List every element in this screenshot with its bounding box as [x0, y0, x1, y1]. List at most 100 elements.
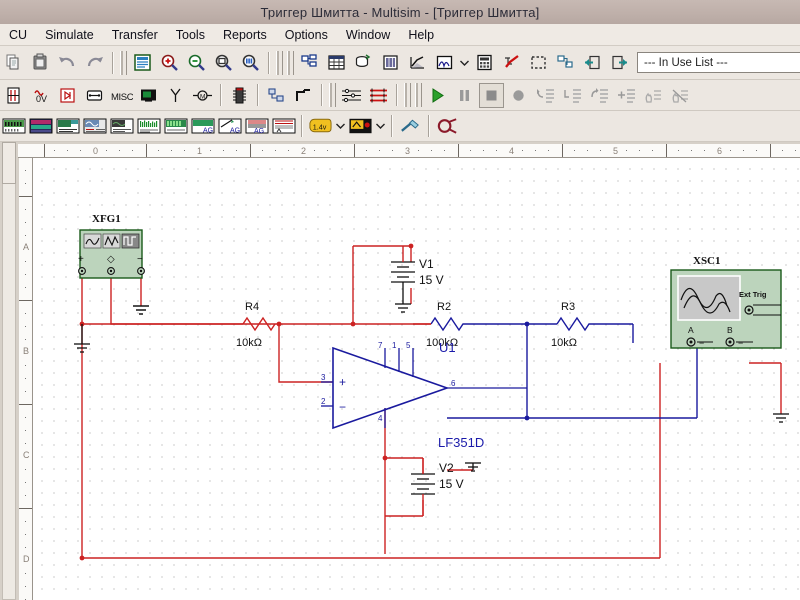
- wattmeter-icon[interactable]: [55, 114, 80, 139]
- rf-icon[interactable]: [163, 83, 188, 108]
- capture-area-icon[interactable]: [526, 50, 551, 75]
- agilent-function-generator-icon[interactable]: 1.4v: [308, 114, 333, 139]
- analysis-dropdown-arrow-icon[interactable]: [458, 50, 471, 75]
- measurement-probe-icon[interactable]: [398, 114, 423, 139]
- forward-annotate-icon[interactable]: [580, 50, 605, 75]
- menu-mcu[interactable]: CU: [0, 26, 36, 44]
- chevron-down-icon[interactable]: [334, 114, 347, 139]
- component-v1: V1 15 V: [391, 246, 444, 313]
- multimeter-icon[interactable]: [1, 114, 26, 139]
- pause-icon[interactable]: [452, 83, 477, 108]
- analysis-icon[interactable]: [432, 50, 457, 75]
- toggle-breakpoint-icon[interactable]: [641, 83, 666, 108]
- bode-plotter-icon[interactable]: [136, 114, 161, 139]
- transistors-icon[interactable]: [82, 83, 107, 108]
- menu-simulate[interactable]: Simulate: [36, 26, 103, 44]
- export-icon[interactable]: [607, 50, 632, 75]
- vertical-scrollbar-thumb[interactable]: [2, 142, 16, 184]
- label-xfg1: XFG1: [92, 213, 121, 225]
- opamp-pin-1: 1: [392, 341, 397, 350]
- zoom-in-icon[interactable]: [157, 50, 182, 75]
- menu-reports[interactable]: Reports: [214, 26, 276, 44]
- zoom-fit-icon[interactable]: [238, 50, 263, 75]
- toolbar-separator: [257, 84, 259, 106]
- bus-icon[interactable]: [291, 83, 316, 108]
- redo-icon[interactable]: [82, 50, 107, 75]
- stop-icon[interactable]: [479, 82, 504, 108]
- svg-text:AG: AG: [254, 128, 264, 135]
- in-use-list-icon[interactable]: [378, 50, 403, 75]
- step-out-icon[interactable]: [587, 83, 612, 108]
- label-v2-ref: V2: [439, 461, 454, 475]
- postprocessor-icon[interactable]: [472, 50, 497, 75]
- xfg1-terminal-plus: +: [78, 254, 84, 265]
- menu-options[interactable]: Options: [276, 26, 337, 44]
- power-rails-icon[interactable]: [366, 83, 391, 108]
- opamp-plus-label: +: [339, 375, 346, 389]
- window-title: Триггер Шмитта - Multisim - [Триггер Шми…: [260, 4, 540, 20]
- misc-icon[interactable]: MISC: [109, 83, 134, 108]
- toolbar-grip[interactable]: [329, 83, 336, 107]
- agilent-multimeter-icon[interactable]: [348, 114, 373, 139]
- frequency-counter-icon[interactable]: [163, 114, 188, 139]
- iv-analyzer-icon[interactable]: [271, 114, 296, 139]
- zoom-out-icon[interactable]: [184, 50, 209, 75]
- erc-icon[interactable]: [499, 50, 524, 75]
- step-over-icon[interactable]: [560, 83, 585, 108]
- four-channel-oscilloscope-icon[interactable]: [109, 114, 134, 139]
- menu-window[interactable]: Window: [337, 26, 399, 44]
- word-generator-icon[interactable]: AG: [190, 114, 215, 139]
- database-icon[interactable]: [351, 50, 376, 75]
- remove-breakpoints-icon[interactable]: [668, 83, 693, 108]
- in-use-list-value: --- In Use List ---: [644, 56, 728, 69]
- copy-icon[interactable]: [1, 50, 26, 75]
- zoom-area-icon[interactable]: [211, 50, 236, 75]
- in-use-list-combo[interactable]: --- In Use List ---: [637, 52, 800, 73]
- opamp-pin-2: 2: [321, 397, 326, 406]
- menu-help[interactable]: Help: [399, 26, 443, 44]
- toolbar-separator: [321, 84, 323, 106]
- step-into-icon[interactable]: [533, 83, 558, 108]
- hierarchical-block-icon[interactable]: [264, 83, 289, 108]
- advanced-peripherals-icon[interactable]: [136, 83, 161, 108]
- horizontal-ruler: 0 1 2 3 4 5 6: [18, 144, 800, 158]
- mcu-icon[interactable]: [227, 83, 252, 108]
- virtual-components-icon[interactable]: [339, 83, 364, 108]
- toolbar-grip[interactable]: [415, 83, 422, 107]
- toolbar-grip[interactable]: [120, 50, 127, 75]
- basic-icon[interactable]: 0V: [28, 83, 53, 108]
- full-screen-icon[interactable]: [130, 50, 155, 75]
- run-icon[interactable]: [425, 83, 450, 108]
- chevron-down-icon[interactable]: [374, 114, 387, 139]
- oscilloscope-icon[interactable]: [82, 114, 107, 139]
- graphs-icon[interactable]: [405, 50, 430, 75]
- menu-tools[interactable]: Tools: [167, 26, 214, 44]
- toolbar-grip[interactable]: [404, 83, 411, 107]
- label-r4-ref: R4: [245, 301, 259, 313]
- svg-text:MISC: MISC: [111, 92, 133, 103]
- record-icon[interactable]: [506, 83, 531, 108]
- workspace: 0 1 2 3 4 5 6 A B C D + ◇ − XFG1 R4 10kΩ…: [0, 142, 800, 600]
- design-toolbox-icon[interactable]: [297, 50, 322, 75]
- menu-transfer[interactable]: Transfer: [103, 26, 167, 44]
- electromechanical-icon[interactable]: M: [190, 83, 215, 108]
- schematic-canvas[interactable]: + ◇ − XFG1 R4 10kΩ V1 15 V R2 100kΩ R3 1…: [33, 158, 800, 600]
- undo-icon[interactable]: [55, 50, 80, 75]
- run-to-cursor-icon[interactable]: [614, 83, 639, 108]
- spreadsheet-view-icon[interactable]: [324, 50, 349, 75]
- vertical-scrollbar[interactable]: [2, 142, 16, 600]
- instruments-toolbar: AG AG AG 1.4v: [0, 111, 800, 142]
- junction-dots-red: [79, 243, 414, 561]
- toolbar-grip[interactable]: [276, 50, 283, 75]
- back-annotate-icon[interactable]: [553, 50, 578, 75]
- logic-analyzer-icon[interactable]: AG: [244, 114, 269, 139]
- paste-icon[interactable]: [28, 50, 53, 75]
- labview-instruments-icon[interactable]: [435, 114, 460, 139]
- component-r4: R4 10kΩ: [236, 301, 276, 349]
- logic-converter-icon[interactable]: AG: [217, 114, 242, 139]
- opamp-pin-5: 5: [406, 341, 411, 350]
- diodes-icon[interactable]: [55, 83, 80, 108]
- function-generator-icon[interactable]: [28, 114, 53, 139]
- toolbar-grip[interactable]: [287, 50, 294, 75]
- sources-icon[interactable]: [1, 83, 26, 108]
